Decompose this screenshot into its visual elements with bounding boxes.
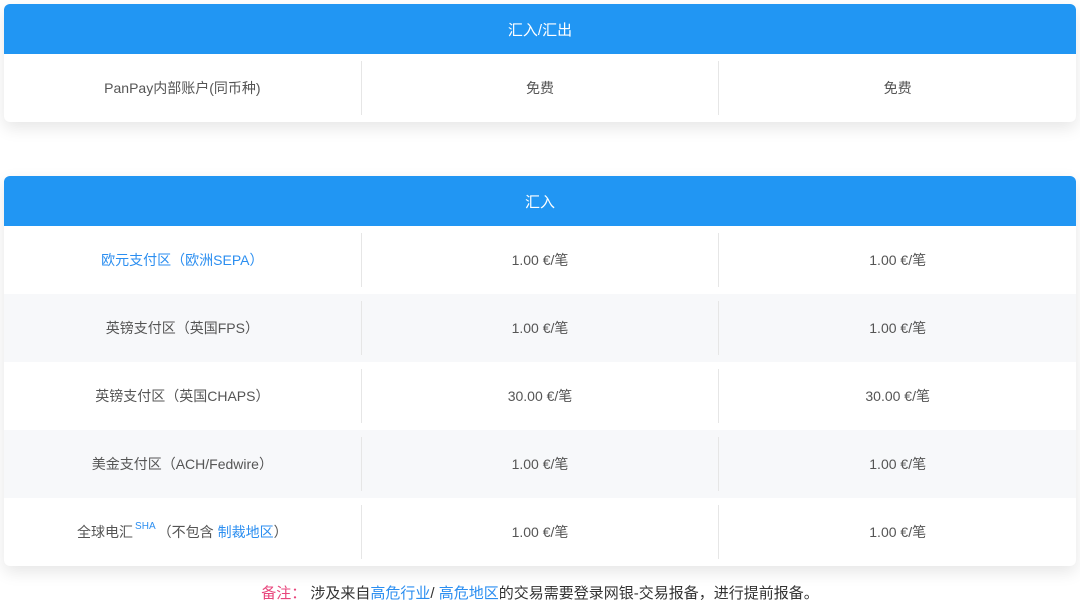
table-row: 英镑支付区（英国CHAPS） 30.00 €/笔 30.00 €/笔 <box>4 362 1076 430</box>
note-text: 涉及来自 <box>310 585 371 602</box>
row-label-text: （不包含 <box>157 524 214 540</box>
fee-table-transfer-in-out: 汇入/汇出 PanPay内部账户(同币种) 免费 免费 <box>4 4 1076 122</box>
sanctioned-regions-link[interactable]: 制裁地区 <box>218 522 274 542</box>
fee-table-transfer-in: 汇入 欧元支付区（欧洲SEPA） 1.00 €/笔 1.00 €/笔 英镑支付区… <box>4 176 1076 566</box>
fee-cell: 1.00 €/笔 <box>718 301 1076 355</box>
table-row: 欧元支付区（欧洲SEPA） 1.00 €/笔 1.00 €/笔 <box>4 226 1076 294</box>
fee-cell: 1.00 €/笔 <box>360 301 719 355</box>
row-label: 美金支付区（ACH/Fedwire） <box>91 456 273 472</box>
fee-cell: 1.00 €/笔 <box>718 505 1076 559</box>
fee-cell: 1.00 €/笔 <box>360 505 719 559</box>
high-risk-industry-link[interactable]: 高危行业 <box>370 585 430 602</box>
row-label-text: 全球电汇 <box>77 524 134 540</box>
fee-cell: 1.00 €/笔 <box>360 437 719 491</box>
table-row: 英镑支付区（英国FPS） 1.00 €/笔 1.00 €/笔 <box>4 294 1076 362</box>
fee-cell: 1.00 €/笔 <box>360 233 719 287</box>
fee-cell: 1.00 €/笔 <box>718 233 1076 287</box>
section-header: 汇入/汇出 <box>4 4 1076 54</box>
row-label: PanPay内部账户(同币种) <box>104 80 261 96</box>
row-label: 英镑支付区（英国FPS） <box>105 320 259 336</box>
fee-cell: 免费 <box>718 61 1076 115</box>
fee-cell: 30.00 €/笔 <box>360 369 719 423</box>
sha-superscript[interactable]: SHA <box>135 521 156 532</box>
fee-cell: 30.00 €/笔 <box>718 369 1076 423</box>
fee-cell: 免费 <box>360 61 719 115</box>
row-label: 全球电汇 SHA （不包含 制裁地区） <box>4 505 361 559</box>
note-separator: / <box>430 585 435 602</box>
sepa-link[interactable]: 欧元支付区（欧洲SEPA） <box>4 233 361 287</box>
footnote: 备注： 涉及来自高危行业/ 高危地区的交易需要登录网银-交易报备，进行提前报备。 <box>0 582 1080 603</box>
high-risk-region-link[interactable]: 高危地区 <box>439 585 499 602</box>
note-text: 的交易需要登录网银-交易报备，进行提前报备。 <box>498 585 819 602</box>
row-label-text: ） <box>273 524 288 540</box>
table-row: 美金支付区（ACH/Fedwire） 1.00 €/笔 1.00 €/笔 <box>4 430 1076 498</box>
table-row: 全球电汇 SHA （不包含 制裁地区） 1.00 €/笔 1.00 €/笔 <box>4 498 1076 566</box>
fee-cell: 1.00 €/笔 <box>718 437 1076 491</box>
note-prefix: 备注： <box>261 585 307 602</box>
row-label: 英镑支付区（英国CHAPS） <box>95 388 270 404</box>
section-header: 汇入 <box>4 176 1076 226</box>
table-row: PanPay内部账户(同币种) 免费 免费 <box>4 54 1076 122</box>
